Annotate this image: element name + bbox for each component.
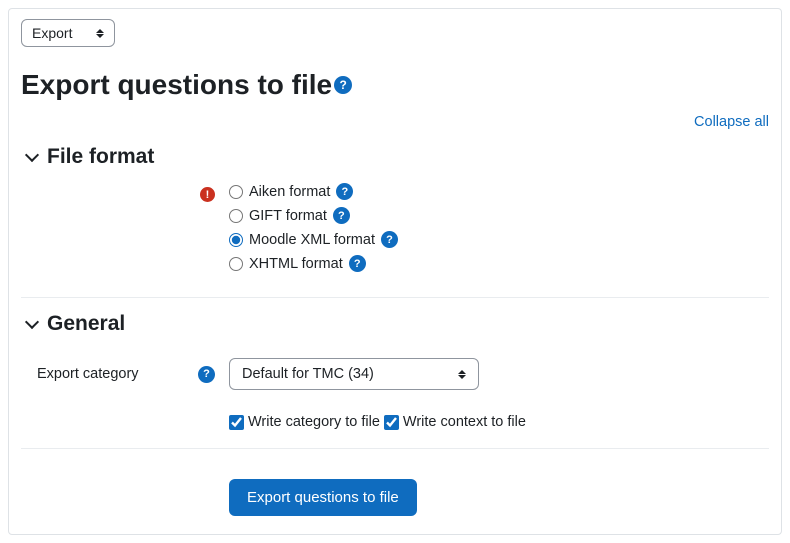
section-title-text: General	[47, 312, 125, 336]
help-icon[interactable]: ?	[381, 231, 398, 248]
file-format-options: Aiken format ? GIFT format ? Moodle XML …	[229, 183, 769, 279]
export-category-input-col: Default for TMC (34)	[229, 358, 769, 390]
write-category-checkbox[interactable]	[229, 415, 244, 430]
action-select[interactable]: Export	[21, 19, 115, 47]
help-icon[interactable]: ?	[349, 255, 366, 272]
chevron-down-icon	[25, 148, 39, 162]
radio-xhtml[interactable]	[229, 257, 243, 271]
page-title: Export questions to file ?	[21, 69, 769, 101]
section-header-general[interactable]: General	[21, 312, 769, 336]
radio-label[interactable]: Moodle XML format	[249, 232, 375, 248]
section-title-text: File format	[47, 145, 154, 169]
divider	[21, 448, 769, 449]
divider	[21, 297, 769, 298]
chevron-down-icon	[25, 315, 39, 329]
help-icon[interactable]: ?	[336, 183, 353, 200]
section-header-file-format[interactable]: File format	[21, 145, 769, 169]
checkbox-row: Write category to file Write context to …	[21, 414, 769, 430]
collapse-all-link[interactable]: Collapse all	[694, 114, 769, 130]
radio-option: GIFT format ?	[229, 207, 769, 224]
radio-option: Moodle XML format ?	[229, 231, 769, 248]
export-category-label: Export category	[37, 366, 139, 382]
help-icon[interactable]: ?	[198, 366, 215, 383]
help-icon[interactable]: ?	[333, 207, 350, 224]
file-format-label-col: !	[37, 183, 229, 202]
write-context-checkbox[interactable]	[384, 415, 399, 430]
category-select-value: Default for TMC (34)	[242, 366, 374, 382]
export-category-select[interactable]: Default for TMC (34)	[229, 358, 479, 390]
required-icon: !	[200, 187, 215, 202]
radio-gift[interactable]	[229, 209, 243, 223]
radio-option: Aiken format ?	[229, 183, 769, 200]
write-context-label[interactable]: Write context to file	[403, 414, 526, 430]
section-file-format: File format ! Aiken format ? GIFT format…	[21, 145, 769, 279]
export-button[interactable]: Export questions to file	[229, 479, 417, 516]
export-category-label-col: Export category ?	[37, 366, 229, 383]
file-format-row: ! Aiken format ? GIFT format ? Moodle XM…	[21, 183, 769, 279]
sort-icon	[458, 370, 466, 379]
radio-aiken[interactable]	[229, 185, 243, 199]
radio-label[interactable]: GIFT format	[249, 208, 327, 224]
write-category-label[interactable]: Write category to file	[248, 414, 380, 430]
radio-label[interactable]: XHTML format	[249, 256, 343, 272]
submit-row: Export questions to file	[21, 479, 769, 516]
radio-label[interactable]: Aiken format	[249, 184, 330, 200]
export-category-row: Export category ? Default for TMC (34)	[21, 358, 769, 390]
radio-option: XHTML format ?	[229, 255, 769, 272]
export-panel: Export Export questions to file ? Collap…	[8, 8, 782, 535]
help-icon[interactable]: ?	[334, 76, 352, 94]
action-select-value: Export	[32, 25, 72, 41]
radio-moodle-xml[interactable]	[229, 233, 243, 247]
page-title-text: Export questions to file	[21, 69, 332, 101]
section-general: General Export category ? Default for TM…	[21, 312, 769, 516]
sort-icon	[96, 29, 104, 38]
